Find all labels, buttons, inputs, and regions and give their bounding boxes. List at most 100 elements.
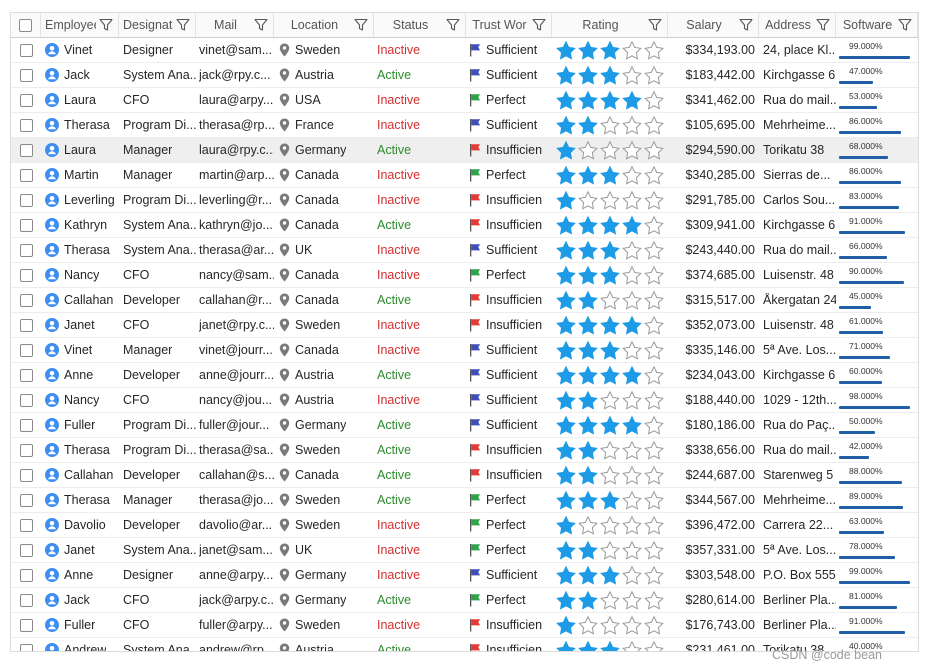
star-empty-icon[interactable] [621,165,643,185]
star-filled-icon[interactable] [555,65,577,85]
star-empty-icon[interactable] [643,615,665,635]
star-filled-icon[interactable] [555,190,577,210]
star-empty-icon[interactable] [643,90,665,110]
rating-cell[interactable] [552,338,668,362]
star-empty-icon[interactable] [643,365,665,385]
star-empty-icon[interactable] [643,165,665,185]
star-empty-icon[interactable] [621,640,643,652]
star-filled-icon[interactable] [621,90,643,110]
star-empty-icon[interactable] [577,515,599,535]
star-filled-icon[interactable] [555,140,577,160]
rating-cell[interactable] [552,288,668,312]
star-empty-icon[interactable] [621,540,643,560]
star-empty-icon[interactable] [621,340,643,360]
star-filled-icon[interactable] [599,90,621,110]
star-empty-icon[interactable] [599,390,621,410]
rating-cell[interactable] [552,63,668,87]
row-checkbox[interactable] [19,43,33,57]
star-empty-icon[interactable] [643,440,665,460]
star-filled-icon[interactable] [577,440,599,460]
star-empty-icon[interactable] [577,140,599,160]
star-filled-icon[interactable] [555,565,577,585]
table-row[interactable]: Vinet Designer vinet@sam... Sweden Inactive S… [11,38,918,63]
table-row[interactable]: Therasa Program Di... therasa@sa... Sweden A… [11,438,918,463]
star-empty-icon[interactable] [643,515,665,535]
star-empty-icon[interactable] [643,390,665,410]
star-empty-icon[interactable] [643,65,665,85]
star-filled-icon[interactable] [555,40,577,60]
star-empty-icon[interactable] [599,115,621,135]
star-filled-icon[interactable] [555,340,577,360]
star-filled-icon[interactable] [621,415,643,435]
star-empty-icon[interactable] [621,515,643,535]
star-empty-icon[interactable] [643,490,665,510]
star-filled-icon[interactable] [577,490,599,510]
rating-cell[interactable] [552,263,668,287]
star-filled-icon[interactable] [599,415,621,435]
star-empty-icon[interactable] [621,240,643,260]
table-row[interactable]: Fuller CFO fuller@arpy... Sweden Inactive Ins… [11,613,918,638]
star-filled-icon[interactable] [599,240,621,260]
star-empty-icon[interactable] [577,615,599,635]
rating-cell[interactable] [552,313,668,337]
star-rating[interactable] [555,440,665,460]
star-rating[interactable] [555,515,665,535]
star-filled-icon[interactable] [599,565,621,585]
star-rating[interactable] [555,615,665,635]
star-empty-icon[interactable] [599,290,621,310]
rating-cell[interactable] [552,513,668,537]
star-filled-icon[interactable] [599,340,621,360]
star-rating[interactable] [555,365,665,385]
row-checkbox[interactable] [19,343,33,357]
star-rating[interactable] [555,40,665,60]
star-filled-icon[interactable] [577,465,599,485]
row-checkbox[interactable] [19,568,33,582]
star-empty-icon[interactable] [643,115,665,135]
table-row[interactable]: Therasa System Ana... therasa@ar... UK Inact… [11,238,918,263]
star-empty-icon[interactable] [599,440,621,460]
star-empty-icon[interactable] [599,615,621,635]
row-checkbox[interactable] [19,118,33,132]
filter-icon[interactable] [648,18,662,32]
filter-icon[interactable] [99,18,113,32]
select-all-checkbox[interactable] [19,18,32,32]
filter-icon[interactable] [532,18,546,32]
star-rating[interactable] [555,590,665,610]
filter-icon[interactable] [254,18,268,32]
rating-cell[interactable] [552,413,668,437]
rating-cell[interactable] [552,363,668,387]
row-checkbox[interactable] [19,593,33,607]
star-rating[interactable] [555,465,665,485]
row-checkbox[interactable] [19,293,33,307]
filter-icon[interactable] [354,18,368,32]
table-row[interactable]: Davolio Developer davolio@ar... Sweden Inact… [11,513,918,538]
star-rating[interactable] [555,565,665,585]
star-rating[interactable] [555,165,665,185]
rating-cell[interactable] [552,388,668,412]
star-empty-icon[interactable] [643,315,665,335]
row-checkbox[interactable] [19,543,33,557]
star-empty-icon[interactable] [643,290,665,310]
star-rating[interactable] [555,415,665,435]
rating-cell[interactable] [552,138,668,162]
row-checkbox[interactable] [19,618,33,632]
star-filled-icon[interactable] [577,90,599,110]
star-rating[interactable] [555,240,665,260]
star-rating[interactable] [555,65,665,85]
star-empty-icon[interactable] [643,215,665,235]
row-checkbox[interactable] [19,443,33,457]
star-filled-icon[interactable] [555,540,577,560]
star-empty-icon[interactable] [643,540,665,560]
row-checkbox[interactable] [19,143,33,157]
star-empty-icon[interactable] [621,190,643,210]
row-checkbox[interactable] [19,218,33,232]
star-filled-icon[interactable] [555,290,577,310]
star-filled-icon[interactable] [577,115,599,135]
filter-icon[interactable] [816,18,830,32]
rating-cell[interactable] [552,438,668,462]
rating-cell[interactable] [552,213,668,237]
star-filled-icon[interactable] [577,290,599,310]
star-rating[interactable] [555,640,665,652]
star-filled-icon[interactable] [555,465,577,485]
star-empty-icon[interactable] [621,265,643,285]
